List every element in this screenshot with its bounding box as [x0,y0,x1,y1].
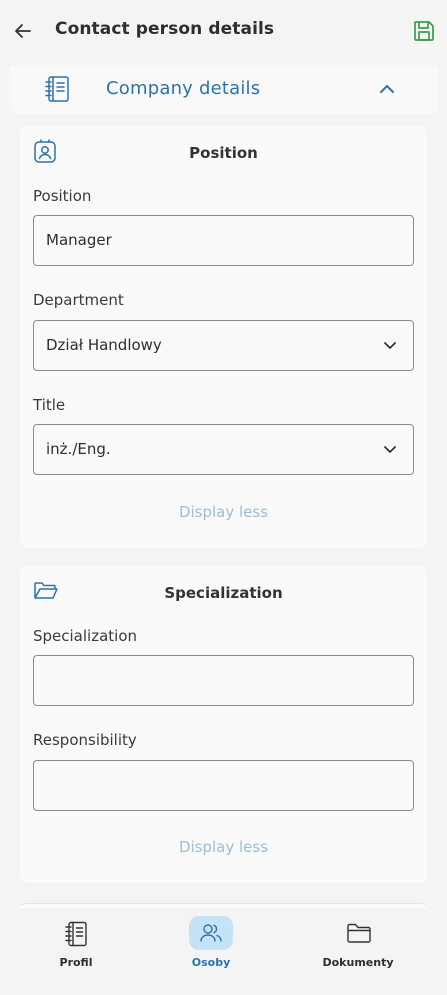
nav-item-osoby[interactable]: Osoby [151,908,271,995]
chevron-down-icon [384,446,396,453]
back-button[interactable] [11,19,35,43]
specialization-input[interactable] [33,655,414,706]
notebook-icon [65,921,87,947]
position-input[interactable]: Manager [33,215,414,266]
department-select[interactable]: Dział Handlowy [33,320,414,371]
company-details-header[interactable]: Company details [9,65,438,113]
save-button[interactable] [411,18,437,44]
title-value: inż./Eng. [46,440,111,458]
position-value: Manager [46,231,112,249]
position-card-title: Position [189,144,258,162]
specialization-card-title: Specialization [164,584,283,602]
arrow-left-icon [15,24,31,38]
nav-icon-container [336,916,380,950]
position-label: Position [33,187,92,205]
display-less-button[interactable]: Display less [20,838,427,856]
top-app-bar: Contact person details [0,0,447,62]
chevron-up-icon[interactable] [377,79,397,99]
nav-item-profil[interactable]: Profil [16,908,136,995]
nav-label-dokumenty: Dokumenty [322,956,394,969]
nav-item-dokumenty[interactable]: Dokumenty [298,908,418,995]
company-details-title: Company details [106,78,261,99]
nav-label-profil: Profil [59,956,93,969]
nav-icon-container-active [189,916,233,950]
page-title: Contact person details [55,19,275,39]
department-label: Department [33,291,124,309]
position-card: Position Position Manager Department Dzi… [20,126,427,548]
title-select[interactable]: inż./Eng. [33,424,414,475]
title-label: Title [33,396,66,414]
specialization-card: Specialization Specialization Responsibi… [20,566,427,883]
folder-icon [347,923,371,943]
specialization-label: Specialization [33,627,138,645]
people-icon [200,924,222,942]
save-icon [414,21,434,41]
notebook-icon [45,76,69,102]
responsibility-label: Responsibility [33,731,137,749]
nav-icon-container [54,916,98,950]
chevron-down-icon [384,342,396,349]
bottom-navigation: Profil Osoby Dokumenty [0,908,447,995]
responsibility-input[interactable] [33,760,414,811]
nav-label-osoby: Osoby [191,956,231,969]
department-value: Dział Handlowy [46,336,162,354]
display-less-button[interactable]: Display less [20,503,427,521]
